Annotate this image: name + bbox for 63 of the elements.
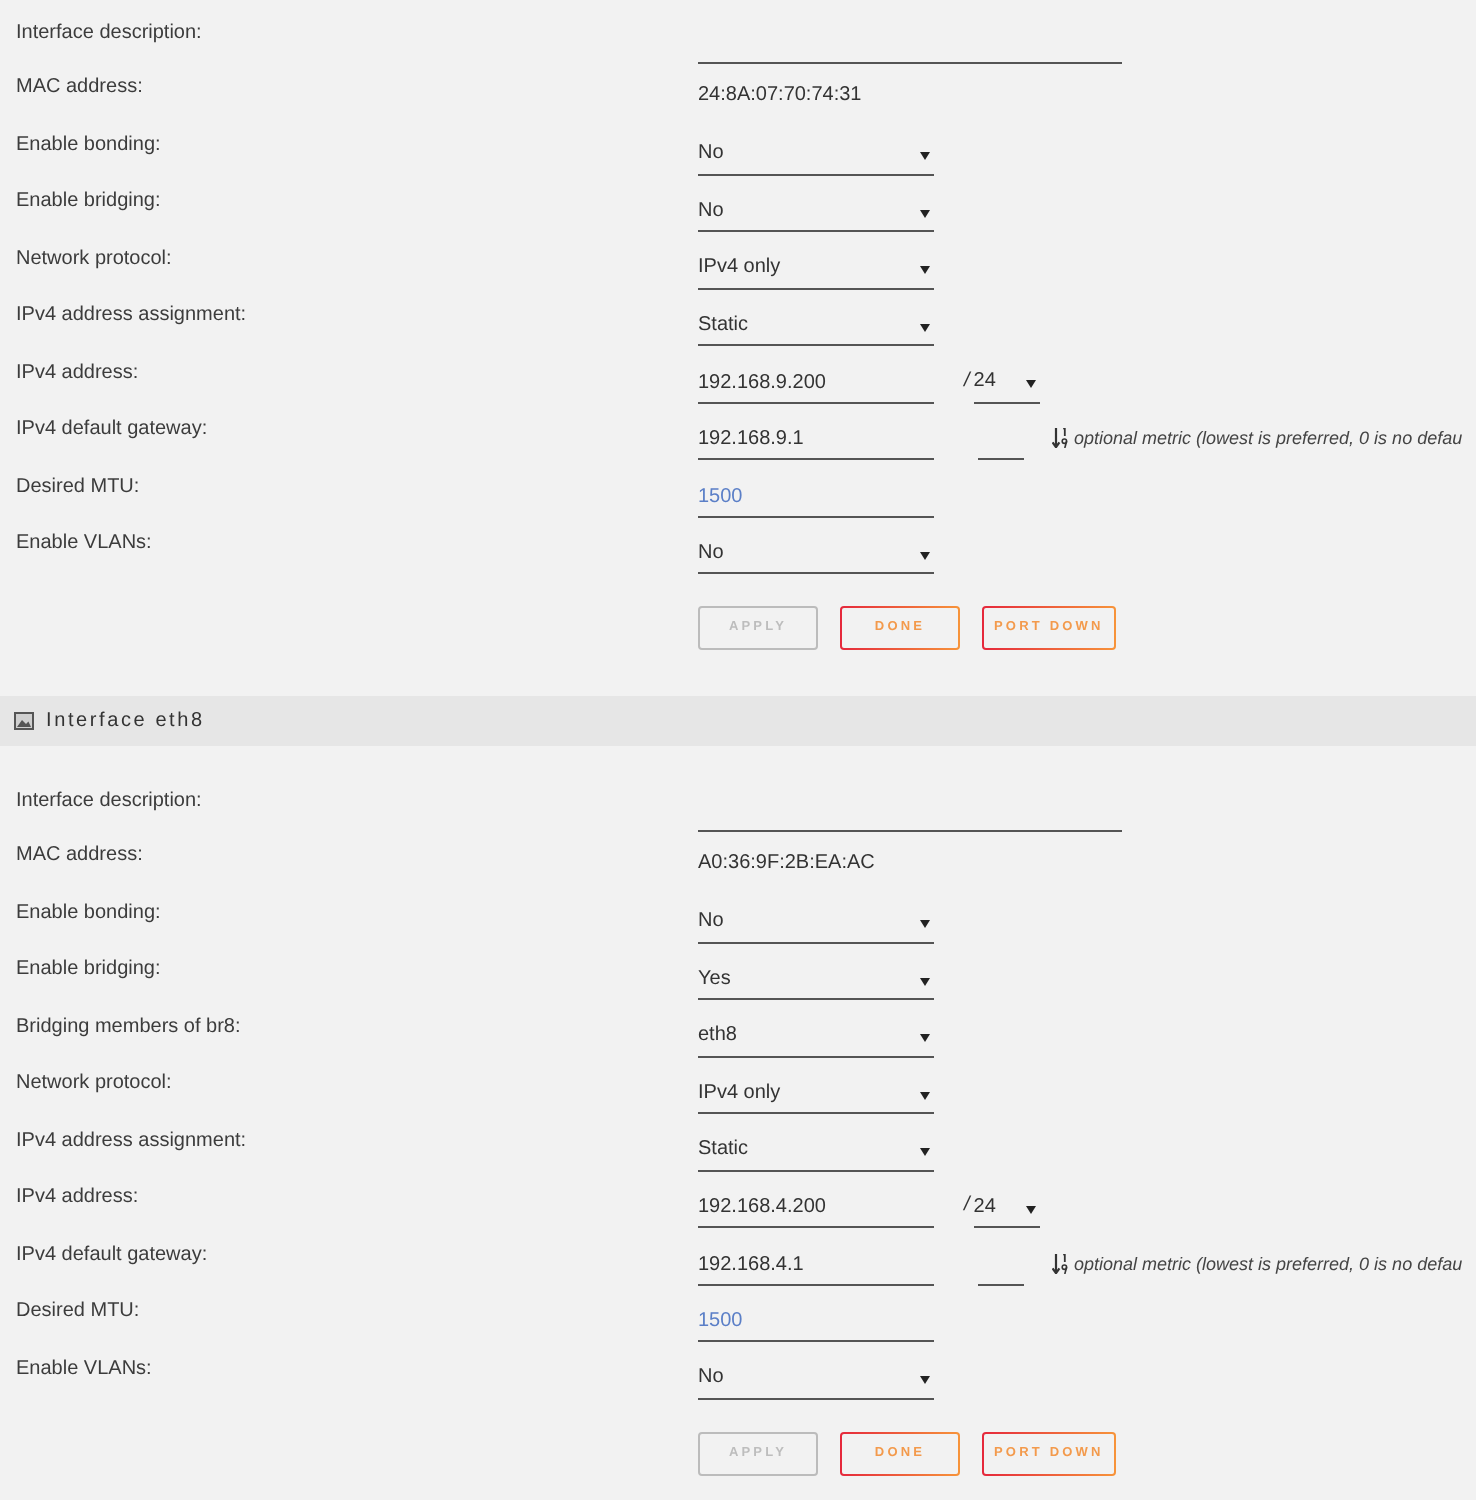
field-label: Desired MTU: xyxy=(16,475,140,497)
field-label: Interface description: xyxy=(16,22,202,44)
number-field[interactable]: 1500 xyxy=(698,1302,934,1342)
caret-icon xyxy=(1025,1205,1036,1213)
dropdown[interactable]: Static xyxy=(698,306,934,346)
slash-text: / xyxy=(964,1194,970,1220)
picture-icon xyxy=(14,712,34,730)
caret-icon xyxy=(920,551,930,559)
field-label: IPv4 default gateway: xyxy=(16,418,208,440)
field-label: Enable bonding: xyxy=(16,133,161,155)
dropdown[interactable]: Static xyxy=(698,1131,934,1171)
down-arrow-icon xyxy=(1052,1253,1068,1273)
dropdown[interactable]: No xyxy=(698,192,934,232)
dropdown[interactable]: Yes xyxy=(698,960,934,1000)
dropdown[interactable]: No xyxy=(698,135,934,175)
number-field[interactable]: 1500 xyxy=(698,477,934,517)
value-text: 24:8A:07:70:74:31 xyxy=(698,84,862,110)
value-text: A0:36:9F:2B:EA:AC xyxy=(698,852,875,878)
caret-icon xyxy=(920,920,930,928)
field-label: IPv4 default gateway: xyxy=(16,1243,208,1265)
field-label: Network protocol: xyxy=(16,1072,172,1094)
field-label: Bridging members of br8: xyxy=(16,1015,241,1037)
field-label: Enable VLANs: xyxy=(16,1357,152,1379)
field-label: IPv4 address: xyxy=(16,1186,139,1208)
caret-icon xyxy=(920,209,930,217)
field-label: Enable bridging: xyxy=(16,190,161,212)
dropdown[interactable]: No xyxy=(698,903,934,943)
field-label: MAC address: xyxy=(16,844,143,866)
field-label: Interface description: xyxy=(16,790,202,812)
dropdown[interactable]: 24 xyxy=(973,1188,1040,1228)
dropdown[interactable]: IPv4 only xyxy=(698,249,934,289)
caret-icon xyxy=(920,1091,930,1099)
text-field[interactable]: 192.168.4.1 xyxy=(698,1245,934,1285)
caret-icon xyxy=(920,266,930,274)
caret-icon xyxy=(920,323,930,331)
field-label: MAC address: xyxy=(16,76,143,98)
text-field[interactable]: 192.168.4.200 xyxy=(698,1188,934,1228)
field-label: IPv4 address assignment: xyxy=(16,304,247,326)
caret-icon xyxy=(1025,380,1036,388)
field-label: IPv4 address: xyxy=(16,361,139,383)
field-label: Enable bonding: xyxy=(16,901,161,923)
dropdown[interactable]: 24 xyxy=(973,363,1040,403)
dropdown[interactable]: IPv4 only xyxy=(698,1074,934,1114)
caret-icon xyxy=(920,1148,930,1156)
text-field[interactable]: 192.168.9.1 xyxy=(698,420,934,460)
down-arrow-icon xyxy=(1052,428,1068,448)
field-label: Network protocol: xyxy=(16,247,172,269)
field-label: Desired MTU: xyxy=(16,1300,140,1322)
caret-icon xyxy=(920,1034,930,1042)
hint-text: optional metric (lowest is preferred, 0 is no defau xyxy=(1074,426,1463,452)
text-field[interactable]: 192.168.9.200 xyxy=(698,363,934,403)
caret-icon xyxy=(920,977,930,985)
dropdown[interactable]: No xyxy=(698,1359,934,1399)
dropdown[interactable]: eth8 xyxy=(698,1017,934,1057)
caret-icon xyxy=(920,152,930,160)
section-title: Interface eth8 xyxy=(46,709,205,733)
slash-text: / xyxy=(964,369,970,395)
field-label: Enable bridging: xyxy=(16,958,161,980)
dropdown[interactable]: No xyxy=(698,534,934,574)
caret-icon xyxy=(920,1376,930,1384)
field-label: Enable VLANs: xyxy=(16,532,152,554)
field-label: IPv4 address assignment: xyxy=(16,1129,247,1151)
hint-text: optional metric (lowest is preferred, 0 is no defau xyxy=(1074,1251,1463,1278)
